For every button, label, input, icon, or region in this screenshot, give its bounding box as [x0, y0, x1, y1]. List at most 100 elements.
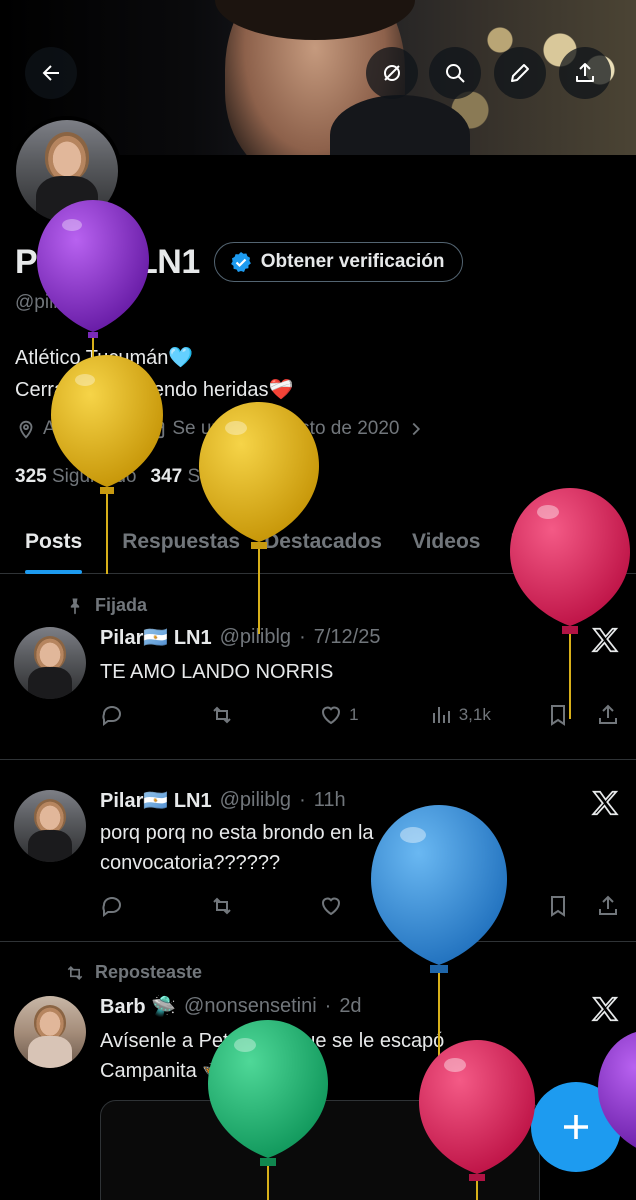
bookmark-icon: [551, 705, 566, 726]
post-text: Avísenle a Peter Pan que se le escapó Ca…: [100, 1030, 445, 1082]
post-author-name[interactable]: Pilar🇦🇷 LN1: [100, 788, 212, 813]
following-count: 325: [15, 466, 47, 487]
x-logo-icon[interactable]: [590, 625, 620, 655]
like-icon: [322, 706, 341, 725]
post-time[interactable]: 7/12/25: [314, 626, 381, 649]
post-author-handle: @piliblg: [219, 626, 292, 648]
back-arrow-icon: [42, 65, 59, 81]
post-author-name[interactable]: Barb 🛸: [100, 994, 176, 1019]
repost-icon: [212, 706, 231, 724]
pinned-context: Fijada: [65, 595, 147, 616]
like-button[interactable]: 1: [319, 703, 429, 727]
reply-button[interactable]: [100, 703, 210, 727]
avatar-image: [16, 120, 118, 222]
post-time[interactable]: 2d: [339, 995, 361, 1018]
compose-button[interactable]: [531, 1082, 621, 1172]
search-icon: [446, 64, 465, 83]
bookmark-button[interactable]: [546, 894, 596, 918]
pinned-label: Fijada: [95, 595, 148, 615]
display-name: Pilar🇦🇷 LN1: [15, 243, 200, 281]
location-icon: [19, 420, 33, 439]
search-button[interactable]: [429, 47, 481, 99]
share-icon: [599, 704, 618, 724]
post-pinned[interactable]: Fijada Pilar🇦🇷 LN1 @piliblg · 7/12/25 TE…: [0, 575, 636, 760]
profile-joined: Se unió en agosto de 2020: [172, 418, 400, 439]
repost-label: Reposteaste: [95, 962, 203, 982]
repost-context: Reposteaste: [65, 962, 202, 983]
x-logo-icon[interactable]: [590, 788, 620, 818]
post-author-name[interactable]: Pilar🇦🇷 LN1: [100, 625, 212, 650]
profile-avatar[interactable]: [12, 116, 122, 226]
following-link[interactable]: 325 Siguiendo: [15, 466, 137, 488]
post-media[interactable]: [100, 1100, 540, 1200]
tab-highlights[interactable]: Destacados: [264, 510, 382, 574]
reply-icon: [102, 897, 121, 917]
profile-meta: Argentina Se unió en agosto de 2020: [15, 418, 427, 440]
bio-line-1: Atlético Tucumán🩵: [15, 347, 194, 369]
views-icon: [432, 707, 450, 723]
followers-label: Seguidores: [187, 466, 284, 487]
share-icon: [576, 63, 594, 82]
post-avatar[interactable]: [14, 790, 86, 862]
bio-line-2: Cerrando y abriendo heridas❤️‍🩹: [15, 379, 294, 401]
profile-name-row: Pilar🇦🇷 LN1 Obtener verificación: [15, 240, 464, 284]
no-notifications-icon: [384, 65, 400, 81]
x-logo-icon[interactable]: [590, 994, 620, 1024]
like-icon: [322, 897, 341, 916]
post-dot: ·: [299, 789, 306, 811]
post-time[interactable]: 11h: [314, 789, 346, 812]
back-button[interactable]: [25, 47, 77, 99]
post-text: porq porq no esta brondo en la convocato…: [100, 822, 374, 874]
plus-icon: [564, 1115, 588, 1139]
like-button[interactable]: [319, 894, 429, 918]
views-count: 27: [458, 896, 478, 915]
views-count: 3,1k: [458, 705, 491, 724]
views-button[interactable]: 27: [429, 894, 547, 918]
views-button[interactable]: 3,1k: [429, 703, 547, 727]
tab-videos[interactable]: Videos: [412, 510, 480, 574]
post-dot: ·: [299, 626, 306, 648]
following-label: Siguiendo: [51, 466, 137, 487]
post-text: TE AMO LANDO NORRIS: [100, 661, 334, 683]
repost-icon: [212, 897, 231, 915]
tab-posts[interactable]: Posts: [25, 510, 83, 574]
pin-icon: [70, 598, 80, 614]
post-item[interactable]: Pilar🇦🇷 LN1 @piliblg · 11h porq porq no …: [0, 760, 636, 942]
like-count: 1: [349, 705, 359, 724]
post-author-handle: @piliblg: [219, 789, 292, 811]
edit-icon: [511, 64, 529, 82]
notifications-button[interactable]: [366, 47, 418, 99]
post-actions: 1 3,1k: [100, 699, 620, 731]
bookmark-button[interactable]: [546, 703, 596, 727]
repost-icon: [67, 965, 83, 980]
share-button[interactable]: [559, 47, 611, 99]
reply-icon: [102, 706, 121, 726]
repost-button[interactable]: [210, 894, 320, 918]
followers-link[interactable]: 347 Seguidores: [151, 466, 284, 488]
repost-button[interactable]: [210, 703, 320, 727]
bookmark-icon: [551, 896, 566, 917]
profile-tabs: Posts Respuestas Destacados Videos Fotos: [0, 510, 636, 574]
post-author-handle: @nonsensetini: [184, 995, 317, 1017]
profile-stats: 325 Siguiendo 347 Seguidores: [15, 466, 284, 488]
chevron-right-icon[interactable]: [405, 418, 427, 440]
views-icon: [432, 898, 450, 914]
get-verified-button[interactable]: Obtener verificación: [213, 242, 464, 282]
get-verified-label: Obtener verificación: [260, 251, 445, 272]
profile-bio: Atlético Tucumán🩵 Cerrando y abriendo he…: [15, 342, 293, 406]
post-avatar[interactable]: [14, 996, 86, 1068]
edit-button[interactable]: [494, 47, 546, 99]
share-post-button[interactable]: [596, 703, 620, 727]
reply-button[interactable]: [100, 894, 210, 918]
post-header: Pilar🇦🇷 LN1 @piliblg · 11h: [100, 788, 346, 813]
followers-count: 347: [150, 466, 183, 487]
profile-location: Argentina: [43, 418, 125, 439]
post-avatar[interactable]: [14, 627, 86, 699]
post-header: Pilar🇦🇷 LN1 @piliblg · 7/12/25: [100, 625, 380, 650]
profile-handle: @piliblg: [15, 292, 83, 313]
tab-photos[interactable]: Fotos: [510, 510, 567, 574]
post-header: Barb 🛸 @nonsensetini · 2d: [100, 994, 362, 1019]
tab-replies[interactable]: Respuestas: [122, 510, 240, 574]
share-post-button[interactable]: [596, 894, 620, 918]
post-dot: ·: [324, 995, 332, 1017]
